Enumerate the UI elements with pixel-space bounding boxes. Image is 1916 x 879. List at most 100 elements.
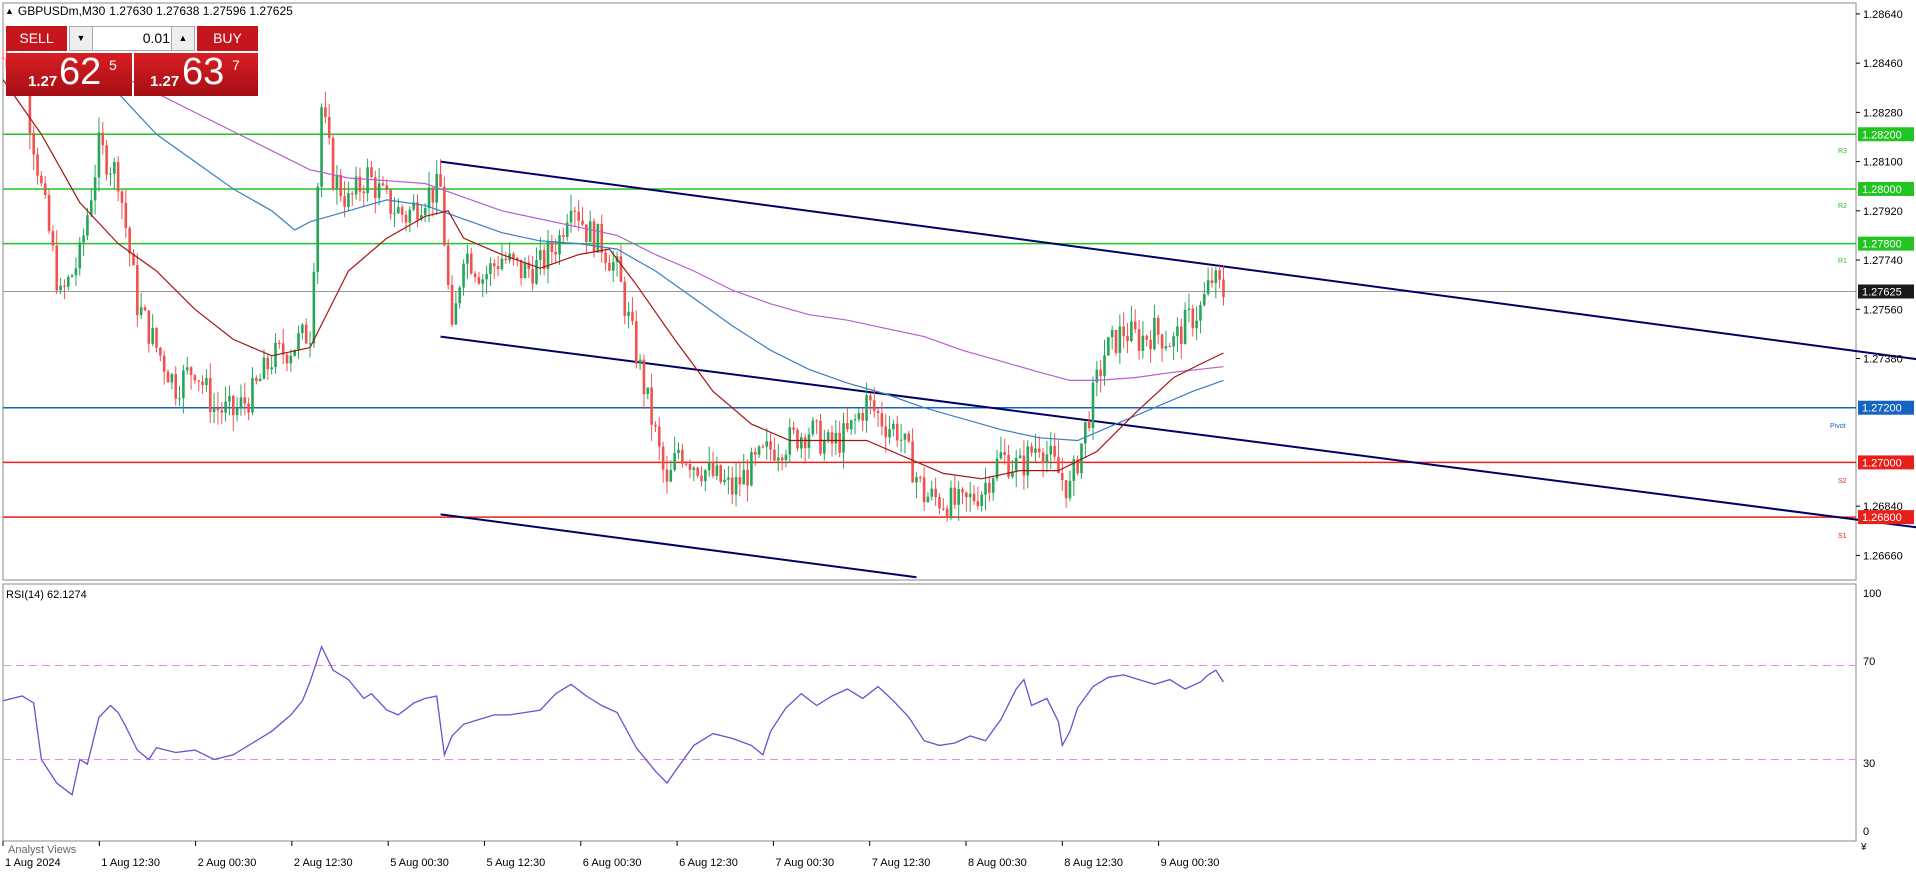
candle-body (853, 419, 857, 421)
candle-body (389, 189, 392, 214)
price-tick-label: 1.27380 (1863, 353, 1903, 365)
rsi-axis: 100 70 30 0 (1863, 588, 1881, 838)
candle-body (143, 307, 147, 311)
bid-big-digits: 62 (59, 51, 102, 93)
candle-body (454, 303, 458, 325)
candle-body (531, 268, 534, 284)
candle-body (872, 400, 876, 411)
candle-body (339, 174, 343, 197)
candle-body (596, 223, 600, 253)
candle-body (270, 367, 273, 370)
candle-body (1045, 454, 1049, 463)
candle-body (742, 469, 746, 485)
candle-body (707, 462, 711, 471)
time-tick-label: 5 Aug 00:30 (390, 857, 449, 869)
candle-body (1034, 448, 1037, 453)
candle-body (466, 253, 469, 264)
level-price-tag: 1.27800 (1862, 239, 1902, 251)
channel-line-2 (440, 513, 917, 579)
candle-body (74, 268, 78, 276)
candle-body (247, 403, 250, 413)
time-tick-label: 7 Aug 12:30 (872, 857, 931, 869)
level-tag-r3: R3 (1838, 148, 1847, 155)
collapse-triangle-icon[interactable]: ▲ (5, 6, 14, 16)
candle-body (431, 187, 435, 203)
candle-body (1145, 335, 1149, 340)
candle-body (627, 311, 630, 316)
price-tick-label: 1.28100 (1863, 157, 1903, 169)
candle-body (623, 281, 627, 316)
candle-body (665, 469, 669, 482)
candle-body (677, 449, 680, 453)
candle-body (1137, 329, 1141, 351)
candle-body (661, 446, 665, 470)
candle-body (650, 387, 653, 425)
decrease-lot-icon[interactable]: ▼ (70, 27, 93, 50)
candle-body (109, 173, 112, 175)
candle-body (588, 221, 592, 242)
candle-body (1176, 326, 1179, 337)
candle-body (1014, 457, 1018, 472)
level-tag-s1: S1 (1838, 533, 1847, 540)
candle-body (949, 487, 953, 518)
candle-body (945, 508, 949, 518)
lot-size-input[interactable] (94, 28, 174, 48)
level-tag-group: R3 R2 R1 Pivot S2 S1 (1830, 148, 1847, 540)
candle-body (539, 250, 542, 261)
bid-price-quote[interactable]: 1.27 62 5 (6, 51, 132, 96)
candle-body (1130, 321, 1133, 342)
ohlc-values: 1.27630 1.27638 1.27596 1.27625 (109, 4, 293, 18)
buy-button[interactable]: BUY (197, 26, 258, 51)
lot-size-stepper[interactable]: ▼ ▲ (69, 26, 195, 51)
candle-body (819, 420, 822, 454)
candle-body (78, 242, 82, 269)
candle-body (807, 434, 811, 449)
level-price-tag: 1.27200 (1862, 403, 1902, 415)
increase-lot-icon[interactable]: ▲ (171, 27, 194, 50)
candle-body (93, 177, 97, 201)
candle-body (585, 224, 588, 242)
price-axis: 1.28640 1.28460 1.28280 1.28100 1.27920 1.277… (1856, 9, 1914, 562)
price-tick-label: 1.28460 (1863, 58, 1903, 70)
candle-body (1068, 480, 1072, 499)
candle-body (631, 311, 634, 322)
candle-body (638, 359, 642, 364)
chart-canvas[interactable]: 1.286401.284601.282801.281001.279201.277… (0, 0, 1916, 874)
candle-body (1084, 422, 1087, 444)
price-tick-label: 1.27920 (1863, 206, 1903, 218)
scroll-end-icon[interactable]: ¥ (1860, 842, 1867, 853)
candle-body (592, 221, 596, 253)
candle-body (297, 333, 300, 350)
candle-body (692, 467, 696, 470)
candle-body (492, 263, 496, 267)
analyst-views-tab[interactable]: Analyst Views (8, 844, 77, 856)
sell-button[interactable]: SELL (6, 26, 67, 51)
candle-body (780, 457, 784, 461)
candle-body (201, 381, 204, 386)
candle-body (59, 285, 62, 291)
regression-channel[interactable] (440, 160, 1916, 579)
candle-body (681, 449, 684, 464)
time-tick-label: 9 Aug 00:30 (1161, 857, 1220, 869)
candle-body (1168, 346, 1172, 348)
candle-body (657, 426, 661, 447)
candle-body (212, 407, 216, 412)
candle-body (443, 186, 446, 246)
candle-body (988, 482, 991, 493)
candle-body (235, 407, 239, 416)
candle-body (70, 275, 74, 277)
candle-body (611, 262, 615, 271)
candle-body (285, 354, 289, 364)
candle-body (500, 258, 504, 270)
candle-body (961, 489, 964, 493)
candle-body (918, 477, 922, 479)
candle-body (278, 342, 281, 344)
ask-price-quote[interactable]: 1.27 63 7 (134, 51, 258, 96)
candle-body (205, 377, 208, 386)
candle-body (769, 441, 772, 450)
candle-body (684, 463, 688, 465)
trading-chart[interactable]: 1.28640 1.28460 1.28280 1.28100 1.27920 1.277… (0, 0, 1916, 874)
candle-body (1, 57, 5, 59)
candle-body (911, 441, 914, 483)
candle-body (116, 162, 120, 192)
